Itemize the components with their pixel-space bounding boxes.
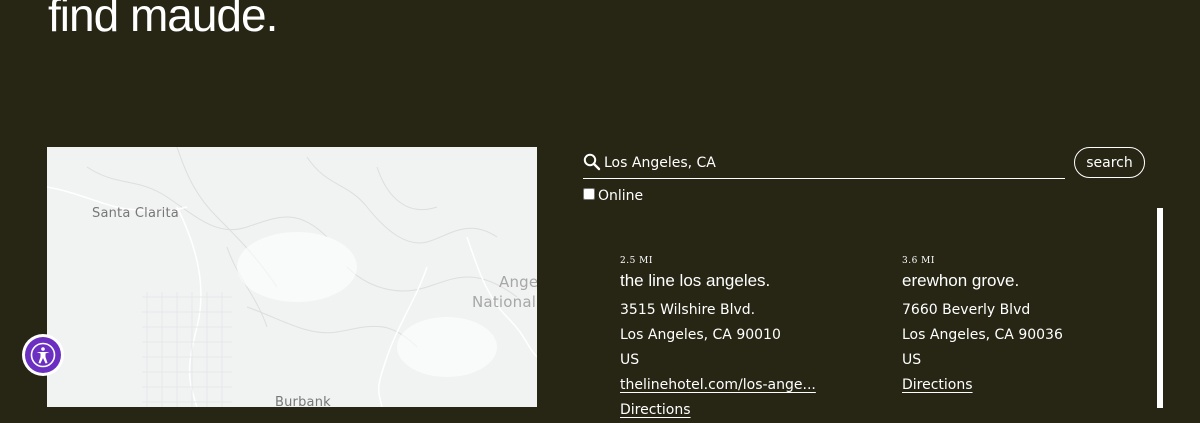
map-terrain <box>47 147 537 407</box>
result-distance: 2.5 MI <box>620 256 653 266</box>
accessibility-icon <box>30 342 56 368</box>
result-website-link[interactable]: thelinehotel.com/los-ange... <box>620 373 816 398</box>
map-label-national-forest: National <box>472 293 537 311</box>
result-card: 2.5 MI the line los angeles. 3515 Wilshi… <box>620 256 816 423</box>
map-label-santa-clarita: Santa Clarita <box>92 206 179 221</box>
result-name: the line los angeles. <box>620 271 771 290</box>
search-input[interactable] <box>604 155 1044 171</box>
page-title: find maude. <box>48 0 278 41</box>
result-country: US <box>902 352 922 368</box>
online-checkbox[interactable] <box>583 188 595 200</box>
results-scrollbar[interactable] <box>1157 208 1163 408</box>
map-label-burbank: Burbank <box>275 395 331 407</box>
result-directions-link[interactable]: Directions <box>620 398 816 423</box>
map-label-angeles-forest: Ange <box>499 273 537 291</box>
result-address: 3515 Wilshire Blvd. <box>620 302 756 318</box>
result-city: Los Angeles, CA 90010 <box>620 327 781 343</box>
accessibility-button[interactable] <box>22 334 64 376</box>
search-icon <box>583 153 601 171</box>
store-map[interactable]: Santa Clarita Ange National Burbank <box>47 147 537 407</box>
location-search <box>583 148 1065 179</box>
result-distance: 3.6 MI <box>902 256 935 266</box>
result-name: erewhon grove. <box>902 271 1020 290</box>
result-card: 3.6 MI erewhon grove. 7660 Beverly Blvd … <box>902 256 1063 398</box>
result-directions-link[interactable]: Directions <box>902 373 1063 398</box>
online-filter[interactable]: Online <box>583 188 643 204</box>
result-city: Los Angeles, CA 90036 <box>902 327 1063 343</box>
result-country: US <box>620 352 640 368</box>
search-button[interactable]: search <box>1074 147 1145 178</box>
online-label: Online <box>598 188 644 204</box>
result-address: 7660 Beverly Blvd <box>902 302 1031 318</box>
